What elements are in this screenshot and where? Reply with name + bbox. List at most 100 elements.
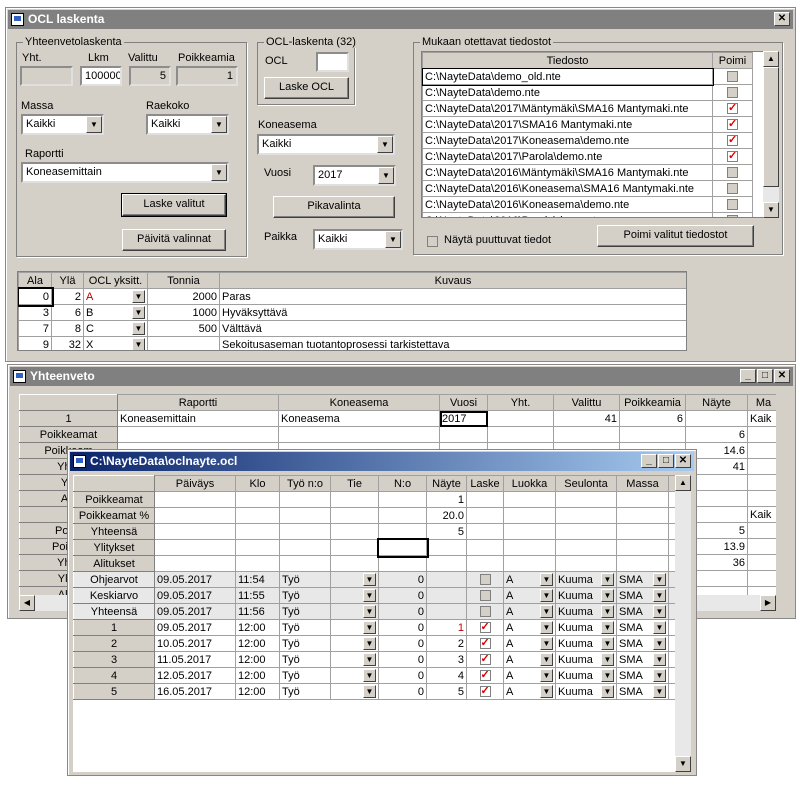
- cell-nayte[interactable]: 5: [426, 523, 467, 540]
- cell-tyo[interactable]: Työ: [279, 683, 331, 700]
- cell-massa[interactable]: SMA ▼: [616, 619, 669, 636]
- col-valittu[interactable]: Valittu: [553, 394, 620, 411]
- col-tiedosto[interactable]: Tiedosto: [422, 52, 713, 69]
- col-vuosi[interactable]: Vuosi: [439, 394, 488, 411]
- cell[interactable]: [553, 426, 620, 443]
- cell[interactable]: [616, 507, 669, 524]
- cell-massa[interactable]: SMA ▼: [616, 667, 669, 684]
- chevron-down-icon[interactable]: ▼: [385, 231, 401, 248]
- cell[interactable]: [378, 507, 427, 524]
- row-header[interactable]: Poikkeamat: [73, 491, 155, 508]
- cell[interactable]: [279, 507, 331, 524]
- cell-luokka[interactable]: A ▼: [503, 587, 556, 604]
- cell-yla[interactable]: 2: [51, 288, 84, 305]
- cell[interactable]: [439, 426, 488, 443]
- cell-seulonta[interactable]: Kuuma ▼: [555, 651, 617, 668]
- cell-laske[interactable]: [466, 587, 504, 604]
- checkbox-icon[interactable]: [727, 167, 738, 179]
- chevron-down-icon[interactable]: ▼: [378, 167, 394, 184]
- table-row[interactable]: Ylitykset: [73, 537, 677, 558]
- checkbox-icon[interactable]: [727, 183, 738, 195]
- table-row[interactable]: Yhteensä 5: [73, 523, 677, 540]
- col-tonnia[interactable]: Tonnia: [147, 272, 220, 289]
- maximize-icon[interactable]: □: [757, 369, 773, 383]
- checkbox-icon[interactable]: [727, 71, 738, 83]
- chevron-down-icon[interactable]: ▼: [540, 636, 553, 650]
- row-header[interactable]: Yhteensä: [73, 523, 155, 540]
- chevron-down-icon[interactable]: ▼: [540, 572, 553, 586]
- cell-laske[interactable]: [466, 651, 504, 668]
- cell-no[interactable]: 0: [378, 587, 427, 604]
- cell[interactable]: [466, 555, 504, 572]
- col-nayte[interactable]: Näyte: [426, 475, 467, 492]
- cell-nayte[interactable]: [426, 555, 467, 572]
- table-row[interactable]: Poikkeamat % 20.0: [73, 507, 677, 524]
- checkbox-icon[interactable]: [479, 685, 491, 698]
- cell-tonnia[interactable]: [147, 336, 220, 350]
- cell-luokka[interactable]: A ▼: [503, 571, 556, 588]
- chevron-down-icon[interactable]: ▼: [540, 620, 553, 634]
- cell-klo[interactable]: 11:55: [235, 587, 280, 604]
- paivita-valinnat-button[interactable]: Päivitä valinnat: [122, 229, 226, 251]
- chevron-down-icon[interactable]: ▼: [363, 685, 376, 698]
- cell-tie[interactable]: ▼: [330, 635, 379, 652]
- chevron-down-icon[interactable]: ▼: [363, 621, 376, 634]
- cell[interactable]: [278, 426, 440, 443]
- cell[interactable]: [279, 491, 331, 508]
- table-row[interactable]: Keskiarvo 09.05.2017 11:55 Työ ▼ 0 A ▼ Kuuma ▼ SMA…: [73, 587, 677, 604]
- cell-seulonta[interactable]: Kuuma ▼: [555, 667, 617, 684]
- cell-paivays[interactable]: 12.05.2017: [154, 667, 236, 684]
- cell-kuvaus[interactable]: Välttävä: [219, 320, 686, 337]
- cell-nayte[interactable]: [426, 603, 467, 620]
- chevron-down-icon[interactable]: ▼: [601, 620, 614, 634]
- cell-klo[interactable]: 12:00: [235, 683, 280, 700]
- cell-nayte[interactable]: 4: [426, 667, 467, 684]
- cell-yht[interactable]: [487, 410, 554, 427]
- cell-laske[interactable]: [466, 635, 504, 652]
- chevron-down-icon[interactable]: ▼: [653, 652, 666, 666]
- cell-ocl-yksitt[interactable]: C ▼: [83, 320, 148, 337]
- cell-tonnia[interactable]: 500: [147, 320, 220, 337]
- row-header[interactable]: 1: [19, 410, 118, 427]
- table-row[interactable]: 311.05.201712:00Työ▼03A▼Kuuma▼SMA▼: [73, 651, 677, 668]
- cell-no[interactable]: 0: [378, 683, 427, 700]
- cell-ma[interactable]: Kaik: [747, 506, 776, 523]
- table-row[interactable]: 109.05.201712:00Työ▼01A▼Kuuma▼SMA▼: [73, 619, 677, 636]
- cell[interactable]: [330, 491, 379, 508]
- raportti-select[interactable]: Koneasemittain ▼: [21, 162, 229, 183]
- file-row[interactable]: C:\NayteData\2017\Mäntymäki\SMA16 Mantym…: [422, 100, 753, 117]
- cell-tie[interactable]: ▼: [330, 603, 379, 620]
- cell-no[interactable]: 0: [378, 603, 427, 620]
- chevron-down-icon[interactable]: ▼: [363, 573, 376, 586]
- cell[interactable]: [235, 523, 280, 540]
- scroll-up-icon[interactable]: ▲: [675, 475, 691, 491]
- cell-paivays[interactable]: 16.05.2017: [154, 683, 236, 700]
- cell-poikkeamia[interactable]: 6: [619, 410, 686, 427]
- chevron-down-icon[interactable]: ▼: [653, 588, 666, 602]
- raekoko-select[interactable]: Kaikki ▼: [146, 114, 229, 135]
- cell[interactable]: [616, 555, 669, 572]
- chevron-down-icon[interactable]: ▼: [363, 589, 376, 602]
- cell[interactable]: [555, 523, 617, 540]
- cell-tyo[interactable]: Työ: [279, 587, 331, 604]
- massa-select[interactable]: Kaikki ▼: [21, 114, 104, 135]
- cell[interactable]: [279, 555, 331, 572]
- chevron-down-icon[interactable]: ▼: [132, 337, 145, 350]
- chevron-down-icon[interactable]: ▼: [540, 604, 553, 618]
- cell-tie[interactable]: ▼: [330, 651, 379, 668]
- table-row[interactable]: Yhteensä 09.05.2017 11:56 Työ ▼ 0 A ▼ Kuuma ▼ SMA ▼: [73, 603, 677, 620]
- cell-kuvaus[interactable]: Sekoitusaseman tuotantoprosessi tarkiste…: [219, 336, 686, 350]
- cell-ma[interactable]: Kaik: [747, 410, 776, 427]
- table-row[interactable]: Ohjearvot 09.05.2017 11:54 Työ ▼ 0 A ▼ Kuuma ▼ SMA…: [73, 571, 677, 588]
- cell-tie[interactable]: ▼: [330, 667, 379, 684]
- chevron-down-icon[interactable]: ▼: [363, 605, 376, 618]
- close-icon[interactable]: ✕: [774, 12, 790, 26]
- chevron-down-icon[interactable]: ▼: [601, 668, 614, 682]
- file-name[interactable]: C:\NayteData\2016\Mäntymäki\SMA16 Mantym…: [422, 164, 713, 181]
- cell-tie[interactable]: ▼: [330, 683, 379, 700]
- file-row[interactable]: C:\NayteData\2016\Koneasema\demo.nte: [422, 196, 753, 213]
- nayta-checkbox[interactable]: [427, 235, 438, 247]
- checkbox-icon[interactable]: [727, 199, 738, 211]
- scroll-right-icon[interactable]: ▶: [760, 595, 776, 611]
- table-row[interactable]: 210.05.201712:00Työ▼02A▼Kuuma▼SMA▼: [73, 635, 677, 652]
